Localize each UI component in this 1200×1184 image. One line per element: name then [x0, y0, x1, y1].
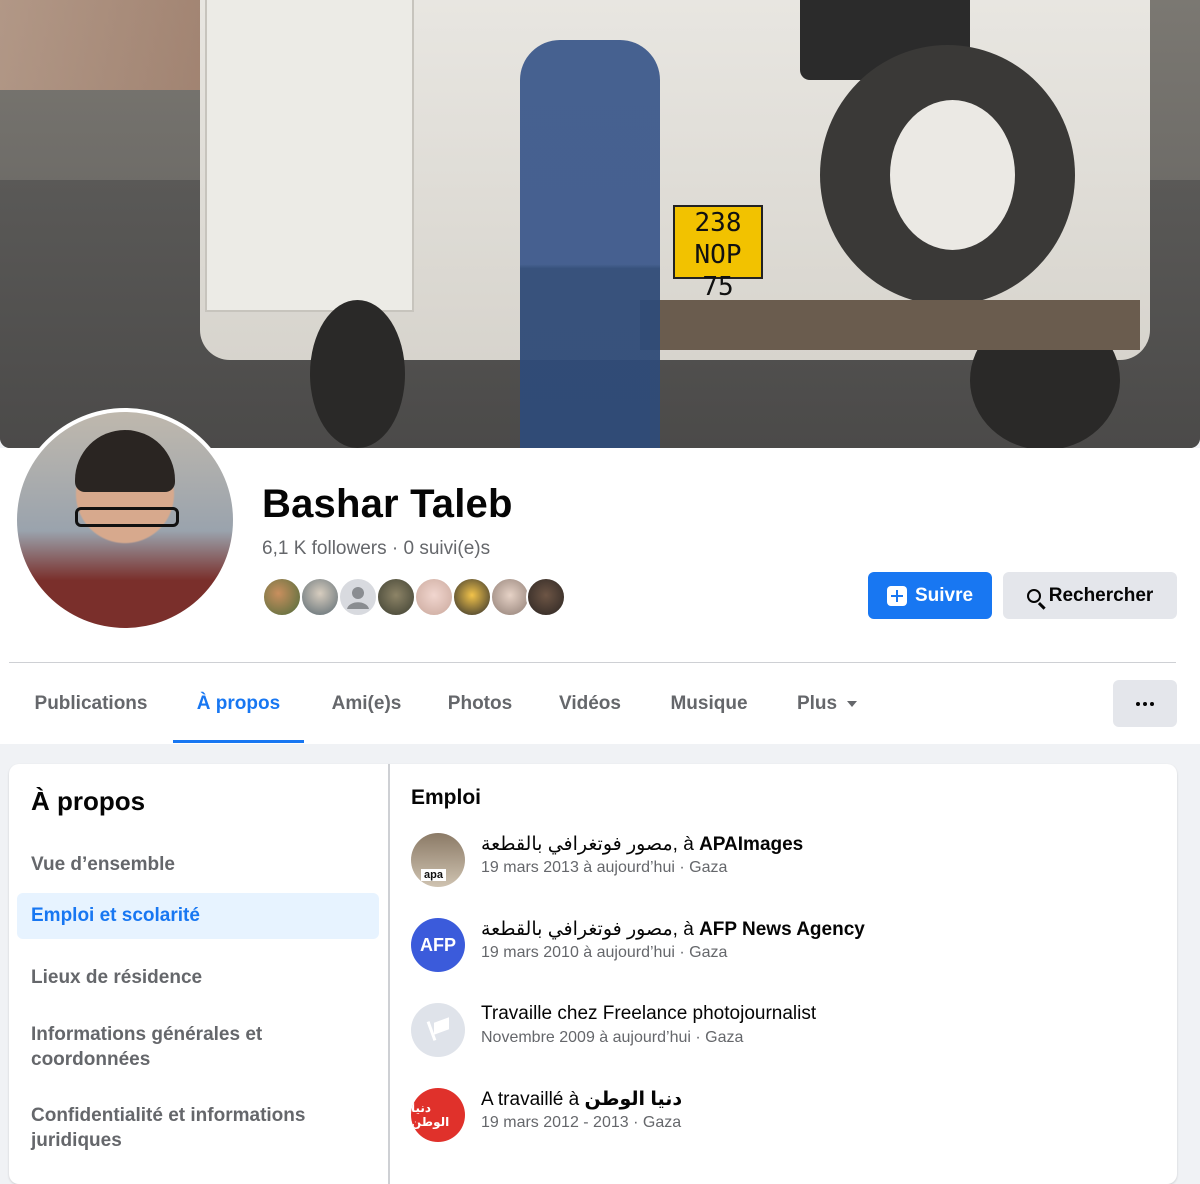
following-count[interactable]: 0 suivi(e)s	[404, 538, 491, 559]
dot-icon	[1150, 701, 1154, 706]
work-entry: AFP مصور فوتغرافي بالقطعة, à AFP News Ag…	[411, 918, 1151, 978]
cover-wall	[0, 0, 200, 90]
cover-license-plate: 238 NOP 75	[673, 205, 763, 302]
work-entry-title: مصور فوتغرافي بالقطعة, à APAImages	[481, 833, 803, 856]
job-organization-link[interactable]: APAImages	[699, 834, 803, 855]
freelance-logo	[411, 1003, 465, 1057]
more-options-button[interactable]	[1113, 680, 1177, 727]
tab-music[interactable]: Musique	[649, 670, 769, 740]
work-entry-dates: Novembre 2009 à aujourd’hui · Gaza	[481, 1029, 744, 1046]
section-title-work: Emploi	[411, 786, 482, 809]
follow-icon	[886, 585, 907, 606]
stats-separator: ·	[391, 538, 399, 559]
follower-avatar[interactable]	[300, 577, 340, 617]
follow-button[interactable]: Suivre	[868, 572, 992, 619]
followers-count[interactable]: 6,1 K followers	[262, 538, 387, 559]
flag-icon	[427, 1019, 449, 1041]
cover-photo[interactable]: 238 NOP 75	[0, 0, 1200, 448]
work-entry-title: A travaillé à دنيا الوطن	[481, 1088, 682, 1111]
work-entry-dates: 19 mars 2010 à aujourd’hui · Gaza	[481, 944, 728, 961]
about-card: À propos Vue d’ensemble Emploi et scolar…	[9, 764, 1177, 1184]
work-entry-title: مصور فوتغرافي بالقطعة, à AFP News Agency	[481, 918, 865, 941]
profile-name: Bashar Taleb	[262, 482, 513, 526]
plate-line-2: NOP 75	[694, 240, 742, 302]
sidebar-item-places[interactable]: Lieux de résidence	[17, 959, 379, 996]
job-organization-link[interactable]: AFP News Agency	[699, 919, 865, 940]
caret-down-icon	[847, 700, 858, 707]
sidebar-item-work-education[interactable]: Emploi et scolarité	[17, 893, 379, 939]
tab-more[interactable]: Plus	[779, 670, 875, 740]
cover-person	[520, 40, 660, 448]
cover-vehicle-door	[205, 0, 414, 312]
tab-photos[interactable]: Photos	[429, 670, 531, 740]
job-organization-link[interactable]: دنيا الوطن	[585, 1089, 683, 1110]
apa-logo-text: apa	[421, 869, 446, 881]
follower-avatar[interactable]	[414, 577, 454, 617]
cover-wheel-front	[310, 300, 405, 448]
default-user-icon	[347, 587, 369, 609]
tab-more-label: Plus	[796, 693, 838, 714]
tab-publications[interactable]: Publications	[9, 670, 173, 740]
profile-tabs: Publications À propos Ami(e)s Photos Vid…	[9, 670, 1189, 744]
apaimages-logo[interactable]: apa	[411, 833, 465, 887]
avatar-photo	[17, 412, 233, 628]
avatar-glasses	[75, 507, 179, 527]
job-role: مصور فوتغرافي بالقطعة, à	[481, 834, 700, 855]
plate-line-1: 238	[694, 208, 742, 238]
job-role: مصور فوتغرافي بالقطعة, à	[481, 919, 700, 940]
follower-avatar[interactable]	[526, 577, 566, 617]
dot-icon	[1136, 701, 1140, 706]
afp-logo[interactable]: AFP	[411, 918, 465, 972]
cover-bumper	[640, 300, 1140, 350]
follower-avatar[interactable]	[262, 577, 302, 617]
cover-spare-wheel	[820, 45, 1075, 305]
about-sidebar-title: À propos	[31, 786, 146, 816]
work-entry: apa مصور فوتغرافي بالقطعة, à APAImages 1…	[411, 833, 1151, 893]
card-separator	[388, 764, 390, 1184]
dot-icon	[1143, 701, 1147, 706]
work-entry: دنيا الوطن A travaillé à دنيا الوطن 19 m…	[411, 1088, 1151, 1148]
search-icon	[1026, 588, 1041, 603]
work-entry-title: Travaille chez Freelance photojournalist	[481, 1003, 817, 1024]
tab-about[interactable]: À propos	[173, 670, 304, 743]
tab-friends[interactable]: Ami(e)s	[314, 670, 419, 740]
follow-label: Suivre	[914, 584, 974, 606]
follower-avatars	[262, 577, 572, 619]
profile-avatar[interactable]	[13, 408, 237, 632]
work-entry-dates: 19 mars 2013 à aujourd’hui · Gaza	[481, 859, 728, 876]
sidebar-item-contact-info[interactable]: Informations générales et coordonnées	[17, 1016, 317, 1078]
work-entry-dates: 19 mars 2012 - 2013 · Gaza	[481, 1114, 682, 1131]
dunya-alwatan-logo[interactable]: دنيا الوطن	[411, 1088, 465, 1142]
follower-avatar[interactable]	[490, 577, 530, 617]
follower-avatar[interactable]	[376, 577, 416, 617]
job-role: A travaillé à	[481, 1089, 585, 1110]
avatar-hair	[75, 430, 175, 492]
follower-avatar[interactable]	[452, 577, 492, 617]
profile-stats: 6,1 K followers · 0 suivi(e)s	[262, 538, 490, 560]
tab-videos[interactable]: Vidéos	[541, 670, 639, 740]
follower-avatar[interactable]	[338, 577, 378, 617]
search-label: Rechercher	[1048, 584, 1154, 606]
sidebar-item-privacy-legal[interactable]: Confidentialité et informations juridiqu…	[17, 1097, 347, 1159]
header-divider	[9, 662, 1176, 663]
search-button[interactable]: Rechercher	[1003, 572, 1177, 619]
work-entry: Travaille chez Freelance photojournalist…	[411, 1003, 1151, 1063]
sidebar-item-overview[interactable]: Vue d’ensemble	[17, 846, 379, 883]
